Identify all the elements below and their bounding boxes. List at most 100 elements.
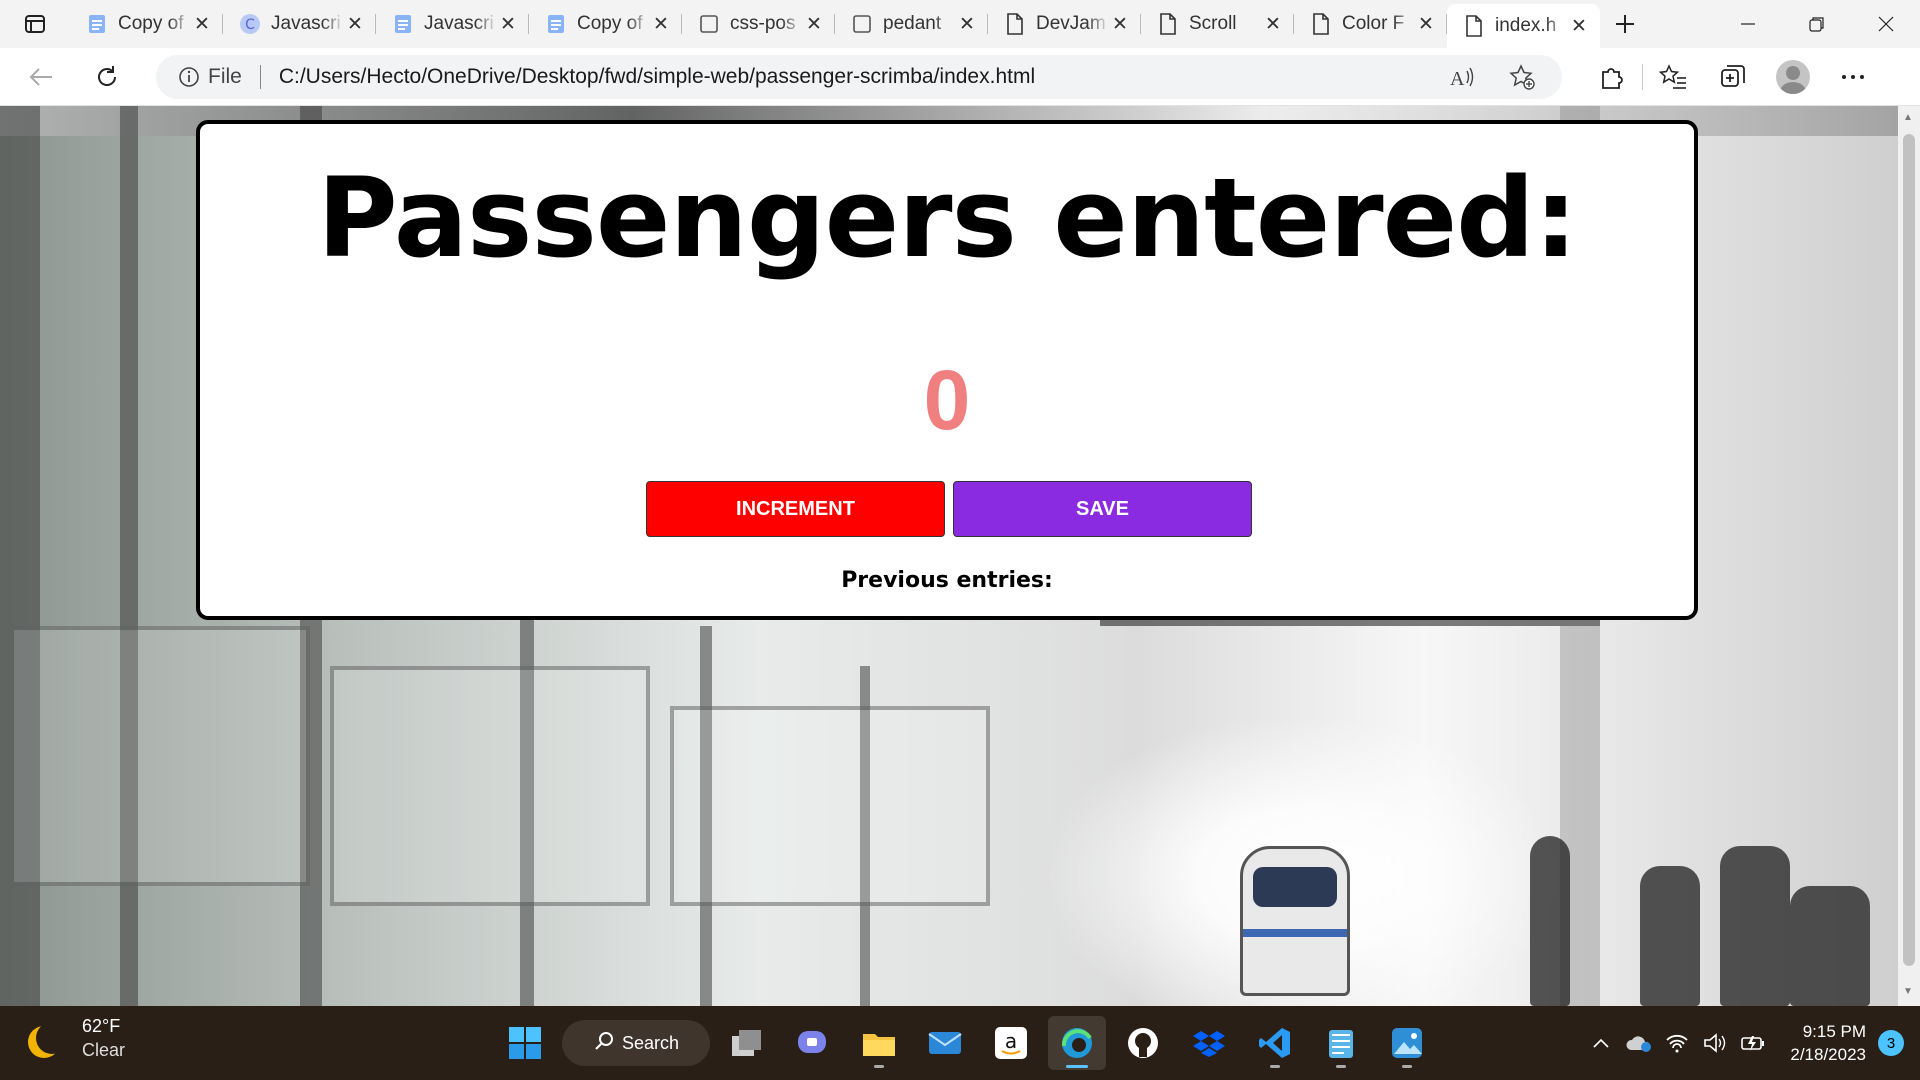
minimize-button[interactable] (1713, 0, 1782, 48)
search-icon (594, 1031, 614, 1056)
tab-css-pos[interactable]: css-pos ✕ (682, 0, 835, 48)
close-tab-icon[interactable]: ✕ (1109, 13, 1131, 35)
show-hidden-icons-button[interactable] (1582, 1037, 1620, 1049)
scroll-down-icon[interactable]: ▼ (1903, 986, 1913, 997)
increment-button[interactable]: INCREMENT (646, 481, 945, 537)
edge-browser-button[interactable] (1048, 1016, 1106, 1070)
weather-widget[interactable]: 62°F Clear (28, 1014, 125, 1062)
passenger-figure (1790, 886, 1870, 1006)
svg-text:C: C (245, 17, 255, 33)
volume-button[interactable] (1696, 1033, 1734, 1053)
page-title: Passengers entered: (317, 154, 1578, 282)
restore-icon (1808, 17, 1824, 32)
mail-button[interactable] (916, 1016, 974, 1070)
passenger-figure (1530, 836, 1570, 1006)
background-window (10, 626, 310, 886)
scroll-thumb[interactable] (1903, 134, 1915, 966)
tab-scroll[interactable]: Scroll ✕ (1141, 0, 1294, 48)
tab-color[interactable]: Color F ✕ (1294, 0, 1447, 48)
close-window-button[interactable] (1851, 0, 1920, 48)
tab-javascript-1[interactable]: C Javascri ✕ (223, 0, 376, 48)
notepad-icon (1329, 1030, 1353, 1058)
back-button[interactable] (16, 52, 66, 102)
info-icon (179, 66, 199, 87)
restore-button[interactable] (1782, 0, 1851, 48)
tab-title: pedant (883, 13, 942, 34)
tab-index-active[interactable]: index.h ✕ (1447, 4, 1600, 48)
tab-title: index.h (1495, 15, 1557, 36)
address-bar[interactable]: File C:/Users/Hecto/OneDrive/Desktop/fwd… (156, 54, 1562, 99)
tab-title: Javascri (424, 13, 494, 34)
taskbar-clock[interactable]: 9:15 PM 2/18/2023 (1790, 1020, 1866, 1066)
settings-menu-button[interactable] (1823, 52, 1883, 102)
teams-chat-button[interactable] (784, 1016, 842, 1070)
file-explorer-button[interactable] (850, 1016, 908, 1070)
page-icon (1004, 13, 1026, 35)
tab-actions-button[interactable] (0, 0, 70, 48)
dropbox-button[interactable] (1180, 1016, 1238, 1070)
tab-devjam[interactable]: DevJam ✕ (988, 0, 1141, 48)
tab-title: Javascri (271, 13, 341, 34)
edge-icon (1062, 1028, 1092, 1058)
start-button[interactable] (496, 1016, 554, 1070)
tab-javascript-2[interactable]: Javascri ✕ (376, 0, 529, 48)
task-view-icon (732, 1030, 761, 1056)
close-tab-icon[interactable]: ✕ (803, 13, 825, 35)
tab-title: Copy of (577, 13, 643, 34)
profile-button[interactable] (1763, 52, 1823, 102)
vscode-button[interactable] (1246, 1016, 1304, 1070)
read-aloud-button[interactable]: A (1442, 66, 1482, 88)
new-tab-button[interactable] (1600, 0, 1650, 48)
amazon-button[interactable]: a (982, 1016, 1040, 1070)
page-viewport: Passengers entered: 0 INCREMENT SAVE Pre… (0, 106, 1898, 1006)
tab-copy-of-1[interactable]: Copy of ✕ (70, 0, 223, 48)
docs-icon (86, 13, 108, 35)
folder-icon (863, 1034, 895, 1056)
system-tray: 9:15 PM 2/18/2023 3 (1582, 1006, 1920, 1080)
chevron-up-icon (1593, 1038, 1609, 1048)
wifi-button[interactable] (1658, 1033, 1696, 1053)
tab-title: css-pos (730, 13, 796, 34)
onedrive-button[interactable] (1620, 1033, 1658, 1053)
tab-pedant[interactable]: pedant ✕ (835, 0, 988, 48)
close-tab-icon[interactable]: ✕ (1415, 13, 1437, 35)
notification-badge[interactable]: 3 (1878, 1030, 1904, 1056)
close-tab-icon[interactable]: ✕ (650, 13, 672, 35)
add-favorite-button[interactable] (1502, 63, 1542, 90)
collections-button[interactable] (1703, 52, 1763, 102)
task-view-button[interactable] (718, 1016, 776, 1070)
photos-button[interactable] (1378, 1016, 1436, 1070)
close-tab-icon[interactable]: ✕ (1262, 13, 1284, 35)
close-icon (1878, 16, 1893, 32)
github-button[interactable] (1114, 1016, 1172, 1070)
clock-time: 9:15 PM (1802, 1022, 1866, 1041)
chat-icon (798, 1031, 826, 1053)
close-tab-icon[interactable]: ✕ (1568, 15, 1590, 37)
save-button[interactable]: SAVE (953, 481, 1252, 537)
close-tab-icon[interactable]: ✕ (344, 13, 366, 35)
extensions-button[interactable] (1582, 52, 1642, 102)
taskbar-search[interactable]: Search (562, 1020, 710, 1066)
close-tab-icon[interactable]: ✕ (497, 13, 519, 35)
blank-tab-icon (851, 13, 873, 35)
tab-copy-of-2[interactable]: Copy of ✕ (529, 0, 682, 48)
tab-actions-icon (25, 15, 45, 33)
notepad-button[interactable] (1312, 1016, 1370, 1070)
puzzle-icon (1602, 67, 1623, 89)
background-window (330, 666, 650, 906)
background-window (670, 706, 990, 906)
train-image (1240, 846, 1350, 996)
refresh-button[interactable] (82, 52, 132, 102)
more-dots-icon (1842, 74, 1864, 79)
url-text[interactable]: C:/Users/Hecto/OneDrive/Desktop/fwd/simp… (279, 65, 1422, 89)
tab-title: Color F (1342, 13, 1405, 34)
favorites-button[interactable] (1643, 52, 1703, 102)
scroll-up-icon[interactable]: ▲ (1903, 112, 1913, 123)
page-scrollbar[interactable]: ▲ ▼ (1898, 106, 1920, 1006)
battery-button[interactable] (1734, 1034, 1772, 1052)
passenger-figure (1640, 866, 1700, 1006)
close-tab-icon[interactable]: ✕ (191, 13, 213, 35)
dropbox-icon (1193, 1031, 1225, 1057)
close-tab-icon[interactable]: ✕ (956, 13, 978, 35)
clock-date: 2/18/2023 (1790, 1045, 1866, 1064)
